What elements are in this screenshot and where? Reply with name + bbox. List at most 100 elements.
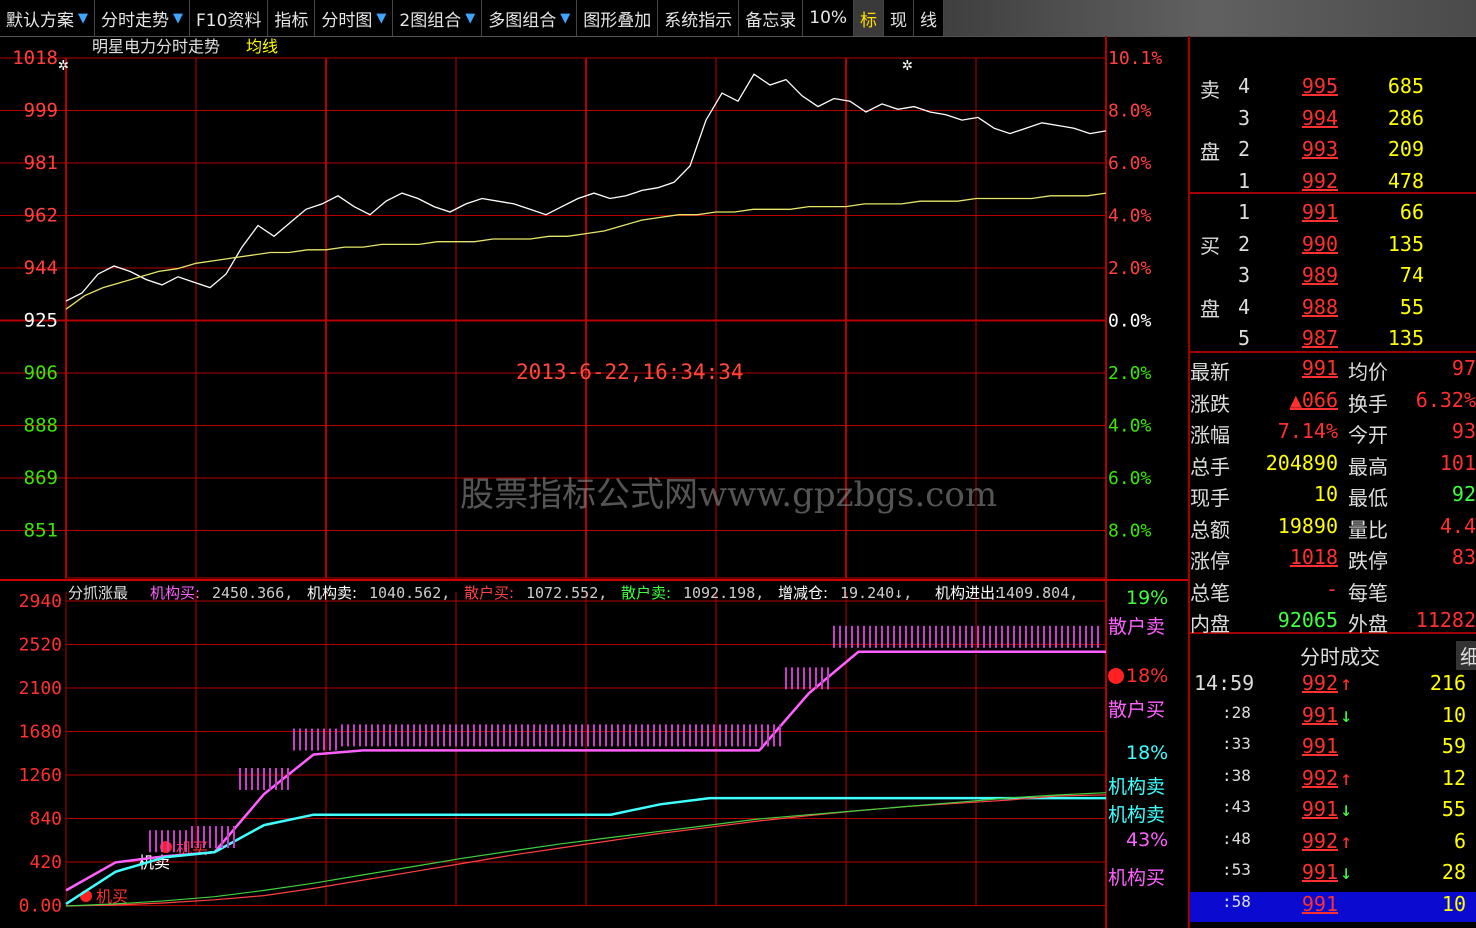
trade-volume: 55 [1441, 797, 1466, 821]
toolbar-item-12[interactable]: 现 [884, 0, 915, 36]
toolbar-label: 现 [890, 10, 908, 31]
indicator-field-value: 1072.552, [526, 584, 607, 602]
indicator-field-label: 散户买: [464, 584, 514, 602]
sell-volume: 685 [1387, 74, 1424, 98]
quote-value: ▲066 [1289, 387, 1338, 412]
indicator-tick: 1680 [19, 722, 62, 743]
quote-value-2: 4.4 [1439, 513, 1476, 538]
toolbar-item-10[interactable]: 10% [803, 0, 855, 36]
dropdown-arrow-icon[interactable]: ▼ [173, 11, 183, 26]
quote-value-2: 93 [1451, 419, 1476, 443]
dropdown-arrow-icon[interactable]: ▼ [376, 11, 386, 26]
trade-price: 991 [1301, 891, 1338, 916]
trade-price: 991 [1301, 860, 1338, 884]
toolbar-item-1[interactable]: 分时走势 ▼ [95, 0, 190, 36]
quote-value-2: 97 [1451, 356, 1476, 380]
toolbar-item-5[interactable]: 2图组合 ▼ [393, 0, 483, 36]
toolbar-label: 分时走势 [101, 10, 169, 31]
quote-value-2: 11282 [1415, 608, 1476, 632]
indicator-tick: 2520 [19, 635, 62, 656]
sell-level: 3 [1238, 105, 1251, 130]
quote-label-2: 量比 [1348, 517, 1388, 542]
quote-label-2: 最高 [1348, 454, 1388, 479]
quote-value: 1018 [1289, 545, 1338, 569]
quote-panel: 卖盘 4 995 685 3 994 286 2 993 209 1 992 478 买盘 1 991 66 2 9… [1188, 36, 1476, 928]
pct-tick: 6.0% [1108, 468, 1152, 489]
trade-price: 991 [1301, 702, 1338, 727]
quote-value-2: 92 [1451, 482, 1476, 506]
quote-label-2: 今开 [1348, 423, 1388, 447]
dropdown-arrow-icon[interactable]: ▼ [465, 11, 475, 26]
trade-direction-icon: ↑ [1340, 828, 1353, 853]
obscured-region [944, 0, 1476, 36]
toolbar-item-7[interactable]: 图形叠加 [577, 0, 659, 36]
toolbar-item-4[interactable]: 分时图 ▼ [315, 0, 394, 36]
dropdown-arrow-icon[interactable]: ▼ [560, 11, 570, 26]
trade-direction-icon: ↓ [1340, 702, 1353, 727]
sell-level: 4 [1238, 74, 1251, 98]
toolbar-item-6[interactable]: 多图组合 ▼ [482, 0, 578, 36]
price-tick: 906 [24, 362, 58, 384]
sell-price: 992 [1301, 168, 1338, 193]
quote-label-2: 外盘 [1348, 612, 1388, 636]
trade-price: 992 [1301, 828, 1338, 853]
sell-side-label-2: 盘 [1200, 140, 1220, 164]
quote-value: 991 [1301, 356, 1338, 380]
quote-label-2: 每笔 [1348, 580, 1388, 605]
buy-level: 1 [1238, 200, 1251, 224]
sell-price: 994 [1301, 105, 1338, 130]
quote-value-2: 83 [1451, 545, 1476, 569]
trade-direction-icon: ↓ [1340, 860, 1353, 884]
trade-volume: 6 [1453, 828, 1466, 853]
price-tick: 981 [24, 152, 58, 174]
sell-price: 993 [1301, 137, 1338, 161]
indicator-legend-l4: 机构卖 [1108, 776, 1165, 798]
trade-direction-icon: ↓ [1340, 797, 1353, 821]
sell-price: 995 [1301, 74, 1338, 98]
toolbar-item-13[interactable]: 线 [914, 0, 945, 36]
price-tick: 888 [24, 415, 58, 437]
quote-label: 最新 [1190, 360, 1230, 384]
trade-price: 992 [1301, 671, 1338, 695]
gear-icon[interactable]: ✲ [58, 54, 69, 75]
price-tick: 1018 [12, 47, 58, 69]
toolbar-label: 2图组合 [399, 10, 462, 31]
indicator-tick: 2940 [19, 591, 62, 612]
indicator-legend-l3: 散户买 [1108, 699, 1165, 721]
quote-value: 7.14% [1277, 419, 1338, 443]
avg-line-label: 均线 [246, 37, 278, 56]
toolbar-label: 分时图 [321, 10, 373, 31]
pct-tick: 0.0% [1108, 311, 1152, 332]
sell-volume: 478 [1387, 168, 1424, 193]
indicator-legend-l5: 机构卖 [1108, 804, 1165, 826]
toolbar-label: 系统指示 [664, 10, 733, 31]
toolbar: 默认方案 ▼ 分时走势 ▼ F10资料 指标 分时图 ▼ 2图组合 ▼ 多图组合 ▼ 图形叠加 系统指示备… [0, 0, 1476, 37]
trade-time: :43 [1222, 797, 1251, 816]
indicator-tick: 2100 [19, 678, 62, 699]
toolbar-item-3[interactable]: 指标 [268, 0, 316, 36]
quote-value-2: 6.32% [1415, 387, 1476, 412]
toolbar-item-11[interactable]: 标 [854, 0, 885, 36]
quote-value: 19890 [1277, 513, 1338, 538]
dropdown-arrow-icon[interactable]: ▼ [78, 11, 88, 26]
trades-detail-tab: 细 [1456, 641, 1476, 670]
buy-volume: 55 [1399, 294, 1424, 319]
toolbar-item-2[interactable]: F10资料 [190, 0, 269, 36]
price-tick: 925 [24, 310, 58, 332]
pct-tick: 6.0% [1108, 153, 1152, 174]
toolbar-item-0[interactable]: 默认方案 ▼ [0, 0, 95, 36]
indicator-legend-p3: 18% [1126, 742, 1168, 764]
pct-tick: 2.0% [1108, 258, 1152, 279]
price-tick: 999 [24, 100, 58, 122]
pct-tick: 4.0% [1108, 206, 1152, 227]
quote-label: 涨幅 [1190, 423, 1230, 447]
trade-volume: 12 [1441, 765, 1466, 790]
indicator-tick: 0.00 [19, 896, 62, 917]
trades-title: 分时成交 [1300, 645, 1380, 669]
toolbar-item-8[interactable]: 系统指示 [658, 0, 740, 36]
gear-icon-2[interactable]: ✲ [902, 54, 913, 75]
indicator-field-value: 1092.198, [683, 584, 764, 602]
toolbar-item-9[interactable]: 备忘录 [739, 0, 804, 36]
indicator-field-value: 1409.804, [997, 584, 1078, 602]
chart-title: 明星电力分时走势 [92, 37, 220, 56]
